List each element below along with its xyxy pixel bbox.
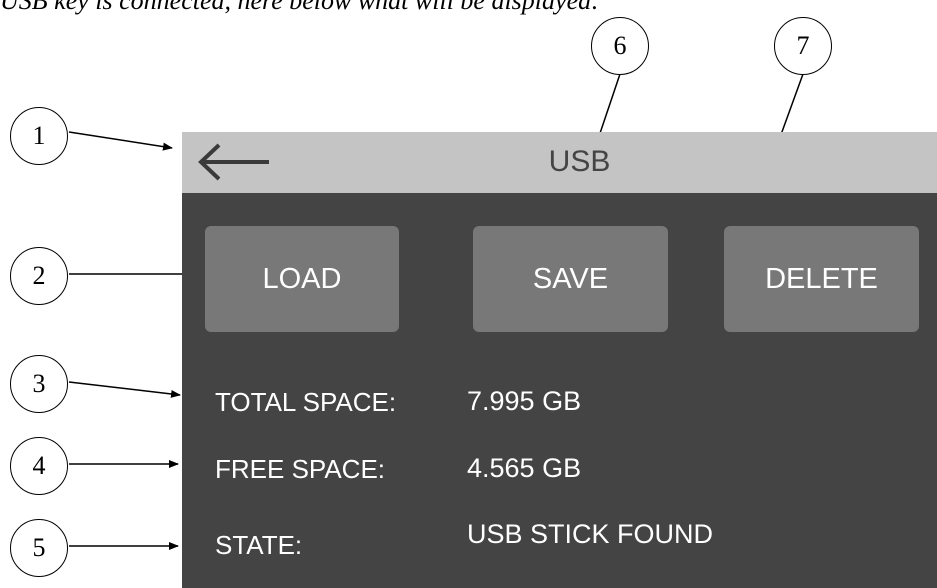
delete-button[interactable]: DELETE bbox=[724, 226, 919, 332]
free-space-label: FREE SPACE: bbox=[215, 454, 386, 484]
callout-5: 5 bbox=[10, 519, 68, 577]
usb-screen: USB LOAD SAVE DELETE TOTAL SPACE: 7.995 … bbox=[182, 132, 937, 588]
callout-6: 6 bbox=[591, 17, 649, 75]
state-label: STATE: bbox=[215, 530, 303, 560]
callout-4: 4 bbox=[10, 437, 68, 495]
load-button[interactable]: LOAD bbox=[205, 226, 399, 332]
free-space-value: 4.565 GB bbox=[467, 453, 582, 483]
total-space-label: TOTAL SPACE: bbox=[215, 387, 397, 417]
total-space-value: 7.995 GB bbox=[467, 386, 582, 416]
save-button[interactable]: SAVE bbox=[473, 226, 668, 332]
page-title: USB bbox=[548, 145, 611, 178]
callout-1-arrow bbox=[68, 131, 173, 151]
callout-3: 3 bbox=[10, 355, 68, 413]
state-value: USB STICK FOUND bbox=[467, 519, 714, 549]
callout-2: 2 bbox=[10, 247, 68, 305]
callout-7: 7 bbox=[774, 17, 832, 75]
callout-1: 1 bbox=[10, 107, 68, 165]
top-bar: USB bbox=[182, 132, 937, 193]
callout-3-arrow bbox=[68, 381, 181, 398]
